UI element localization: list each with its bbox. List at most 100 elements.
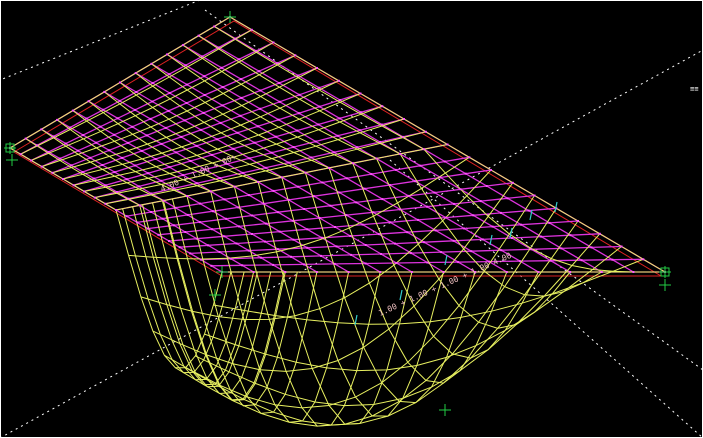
mesh-node [216,138,219,141]
mesh-node [218,251,221,253]
mesh-node [345,177,348,180]
mesh-node [101,164,104,166]
support-symbol [439,404,451,416]
mesh-node [51,171,54,174]
mesh-node [276,62,279,65]
mesh-node [320,236,323,239]
mesh-node [69,126,72,129]
mesh-node [233,185,236,188]
mesh-node [338,117,341,120]
mesh-node [198,221,201,224]
mesh-node [199,202,201,205]
mesh-node [248,157,251,160]
mesh-node [328,166,331,169]
mesh-node [210,153,213,156]
mesh-node [548,221,551,224]
mesh-node [181,44,184,47]
mesh-node [247,249,250,252]
mesh-node [600,271,603,273]
mesh-node [219,121,222,124]
mesh-node [168,73,171,76]
mesh-node [540,235,543,238]
mesh-node [127,141,129,144]
mesh-node [511,237,513,239]
mesh-node [140,149,143,152]
mesh-node [537,271,540,273]
mesh-node [444,216,447,219]
mesh-node [481,238,484,241]
mesh-node [212,210,214,213]
mesh-node [40,128,43,131]
mesh-node [250,28,253,31]
mesh-node [321,181,324,184]
mesh-node [472,214,475,217]
mesh-node [350,253,353,256]
mesh-node [195,144,198,147]
mesh-node [238,225,240,228]
mesh-node [377,233,380,236]
mesh-node [500,249,503,252]
model-viewport[interactable]: 4.00 + 1.00 + 00+ 1.00 + 1.00 + 1.00 + 1… [0,0,703,438]
mesh-node [248,194,250,197]
mesh-node [72,184,75,187]
mesh-node [302,263,305,266]
mesh-node [239,78,242,81]
mesh-node [237,206,240,209]
mesh-node [306,228,309,231]
mesh-node [252,271,255,273]
mesh-node [93,177,96,180]
mesh-node [83,190,86,193]
mesh-node [520,223,523,226]
mesh-node [62,178,64,180]
mesh-node [203,94,206,96]
mesh-node [389,221,392,224]
load-arrow [444,254,448,266]
mesh-node [36,144,39,147]
mesh-node [375,157,378,160]
fem-mesh-scene[interactable]: 4.00 + 1.00 + 00+ 1.00 + 1.00 + 1.00 + 1… [0,0,703,438]
mesh-node [632,271,635,273]
mesh-node [491,225,494,228]
mesh-node [333,151,336,154]
mesh-node [355,201,358,204]
mesh-node [359,92,362,95]
mesh-node [138,204,141,207]
mesh-node [237,58,240,61]
mesh-node [272,263,275,266]
mesh-node [399,208,402,211]
mesh-node [115,209,117,211]
mesh-node [58,157,61,160]
mesh-node [560,247,563,250]
mesh-node [278,82,281,84]
mesh-node [30,159,33,162]
mesh-node [274,135,277,138]
mesh-node [442,271,445,273]
mesh-node [255,49,258,52]
mesh-node [210,264,213,267]
mesh-node [511,181,514,184]
mesh-node [89,156,92,159]
mesh-node [157,233,160,236]
mesh-node [161,217,164,220]
mesh-node [380,253,383,255]
mesh-node [229,257,232,260]
mesh-node [296,129,299,132]
mesh-node [304,171,307,174]
mesh-node [569,234,572,237]
mesh-node [316,67,318,69]
mesh-node [310,156,313,159]
mesh-node [278,100,281,103]
mesh-node [251,214,254,217]
mesh-node [380,123,383,126]
mesh-node [183,119,186,122]
mesh-node [446,143,449,146]
mesh-node [407,194,410,197]
mesh-node [151,82,154,85]
mesh-node [296,185,299,188]
mesh-node [259,107,261,110]
mesh-node [259,89,262,92]
mesh-node [180,135,183,138]
grid-axis-line [389,159,703,438]
mesh-node [186,213,189,216]
mesh-node [336,134,339,137]
